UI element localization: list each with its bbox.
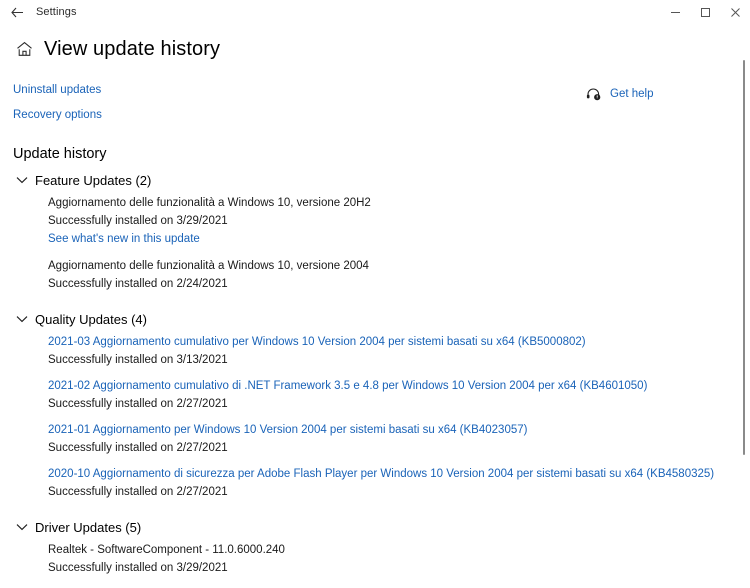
update-group-label: Driver Updates (5): [35, 519, 142, 535]
update-item-list: Aggiornamento delle funzionalità a Windo…: [48, 196, 750, 292]
update-group: Quality Updates (4) 2021-03 Aggiornamento…: [13, 310, 750, 500]
update-item: 2021-03 Aggiornamento cumulativo per Win…: [48, 335, 750, 368]
update-group-label: Quality Updates (4): [35, 311, 147, 327]
update-item-status: Successfully installed on 3/29/2021: [48, 562, 228, 574]
update-history-heading: Update history: [13, 146, 107, 162]
page-title: View update history: [44, 37, 221, 60]
chevron-down-icon: [15, 173, 29, 187]
window-title: Settings: [36, 6, 77, 18]
update-item-status: Successfully installed on 3/13/2021: [48, 354, 228, 366]
update-item-status: Successfully installed on 2/27/2021: [48, 486, 228, 498]
uninstall-updates-link[interactable]: Uninstall updates: [13, 83, 101, 97]
update-item-status: Successfully installed on 2/24/2021: [48, 278, 228, 290]
update-item-list: Realtek - SoftwareComponent - 11.0.6000.…: [48, 543, 750, 588]
update-item-status: Successfully installed on 3/29/2021: [48, 215, 228, 227]
update-item-status: Successfully installed on 2/27/2021: [48, 398, 228, 410]
update-item-title[interactable]: 2020-10 Aggiornamento di sicurezza per A…: [48, 467, 750, 482]
update-group-label: Feature Updates (2): [35, 172, 152, 188]
update-item-link[interactable]: See what's new in this update: [48, 232, 200, 247]
update-item: 2021-02 Aggiornamento cumulativo di .NET…: [48, 379, 750, 412]
update-item: 2021-01 Aggiornamento per Windows 10 Ver…: [48, 423, 750, 456]
close-icon[interactable]: [720, 0, 750, 24]
get-help-label[interactable]: Get help: [610, 88, 653, 100]
window-controls: [660, 0, 750, 24]
update-item: Aggiornamento delle funzionalità a Windo…: [48, 259, 750, 292]
update-group: Driver Updates (5) Realtek - SoftwareComp…: [13, 518, 750, 588]
update-group-header[interactable]: Driver Updates (5): [13, 518, 750, 536]
maximize-icon[interactable]: [690, 0, 720, 24]
update-item-title: Aggiornamento delle funzionalità a Windo…: [48, 197, 371, 209]
update-history-groups: Feature Updates (2) Aggiornamento delle f…: [13, 171, 750, 588]
scrollbar-thumb[interactable]: [743, 60, 745, 455]
window-titlebar: Settings: [0, 0, 750, 24]
content-area: Uninstall updates Recovery options Get h…: [0, 80, 750, 588]
update-item: 2020-10 Aggiornamento di sicurezza per A…: [48, 467, 750, 500]
get-help[interactable]: Get help: [585, 86, 653, 102]
action-links: Uninstall updates Recovery options Get h…: [13, 80, 750, 123]
headset-help-icon: [585, 86, 601, 102]
update-item: Realtek - SoftwareComponent - 11.0.6000.…: [48, 543, 750, 576]
update-group: Feature Updates (2) Aggiornamento delle f…: [13, 171, 750, 292]
vertical-scrollbar[interactable]: [738, 24, 748, 588]
update-item-status: Successfully installed on 2/27/2021: [48, 442, 228, 454]
chevron-down-icon: [15, 312, 29, 326]
update-item-title: Realtek - SoftwareComponent - 11.0.6000.…: [48, 544, 285, 556]
minimize-icon[interactable]: [660, 0, 690, 24]
update-item-list: 2021-03 Aggiornamento cumulativo per Win…: [48, 335, 750, 500]
back-arrow-icon[interactable]: [0, 0, 34, 24]
page-header: View update history: [0, 24, 750, 64]
chevron-down-icon: [15, 520, 29, 534]
update-group-header[interactable]: Feature Updates (2): [13, 171, 750, 189]
update-item: Aggiornamento delle funzionalità a Windo…: [48, 196, 750, 247]
update-item-title: Aggiornamento delle funzionalità a Windo…: [48, 260, 369, 272]
update-group-header[interactable]: Quality Updates (4): [13, 310, 750, 328]
home-icon[interactable]: [13, 38, 35, 60]
update-item-title[interactable]: 2021-02 Aggiornamento cumulativo di .NET…: [48, 379, 750, 394]
update-item-title[interactable]: 2021-03 Aggiornamento cumulativo per Win…: [48, 335, 750, 350]
recovery-options-link[interactable]: Recovery options: [13, 108, 102, 122]
update-item-title[interactable]: 2021-01 Aggiornamento per Windows 10 Ver…: [48, 423, 750, 438]
